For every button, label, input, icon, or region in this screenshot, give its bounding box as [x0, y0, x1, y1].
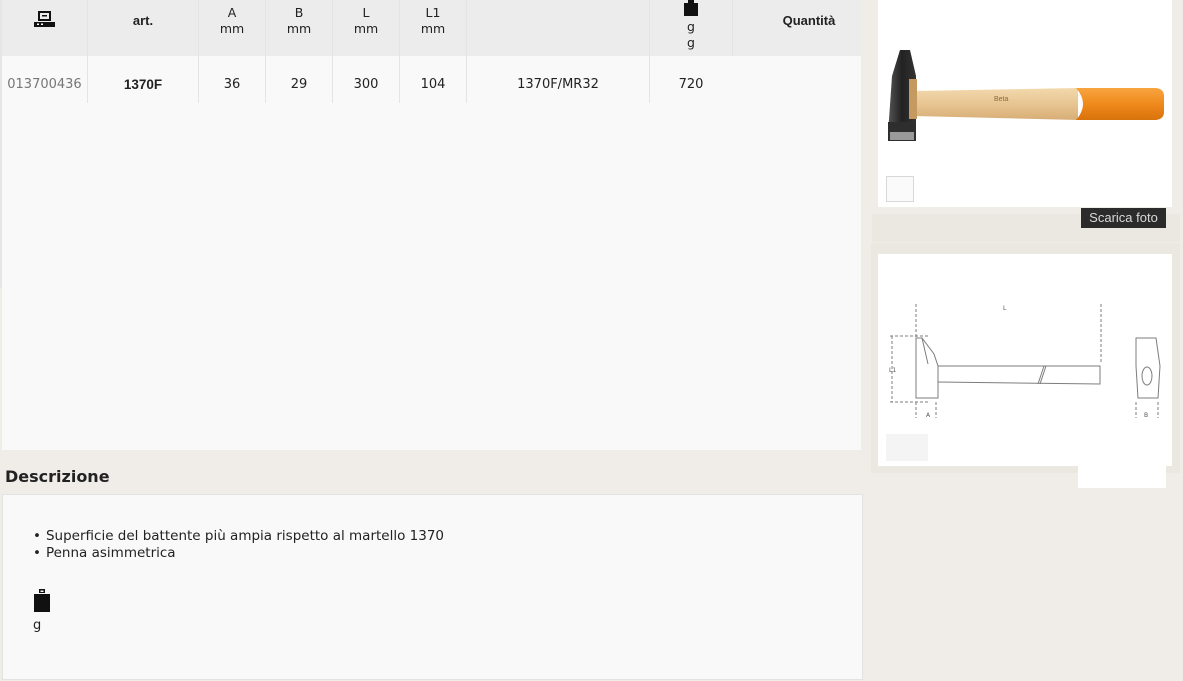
description-panel: Superficie del battente più ampia rispet… [2, 494, 863, 680]
cell-weight: 720 [678, 77, 704, 92]
header-l1: L1 mm [420, 5, 446, 36]
description-weight: g [33, 589, 55, 633]
header-weight: g g [650, 0, 732, 56]
cell-b: 29 [290, 77, 308, 92]
header-quantity: Quantità [782, 13, 836, 28]
header-weight-unit-1: g [687, 19, 695, 34]
description-title: Descrizione [5, 467, 110, 486]
header-b: B mm [286, 5, 312, 36]
header-art: art. [132, 13, 154, 28]
photo-thumbnail[interactable] [886, 176, 914, 202]
description-weight-unit: g [33, 618, 42, 633]
drawing-label-b: B [1144, 412, 1148, 419]
drawing-download-strip[interactable] [1078, 466, 1166, 488]
cell-code[interactable]: 013700436 [2, 66, 87, 103]
panel-edge [0, 0, 2, 288]
cell-ref: 1370F/MR32 [517, 77, 599, 92]
product-table: art. A mm B mm L mm L1 mm g g Quantità 0… [2, 0, 861, 450]
table-row[interactable]: 013700436 1370F 36 29 300 104 1370F/MR32… [2, 66, 861, 103]
header-ref [467, 0, 649, 56]
technical-drawing[interactable]: L L1 A B [878, 254, 1172, 429]
product-photo-card: Beta [878, 0, 1172, 207]
download-photo-button[interactable]: Scarica foto [1081, 208, 1166, 228]
technical-drawing-card: L L1 A B [878, 254, 1172, 466]
cell-art[interactable]: 1370F [88, 66, 198, 103]
weight-icon [684, 0, 698, 16]
description-item: Superficie del battente più ampia rispet… [33, 528, 444, 545]
weight-icon [34, 589, 50, 612]
description-item: Penna asimmetrica [33, 545, 444, 562]
drawing-label-a: A [926, 412, 931, 419]
cell-a: 36 [223, 77, 241, 92]
header-code [2, 0, 87, 56]
header-weight-unit-2: g [687, 35, 695, 50]
photo-logo: Beta [994, 96, 1009, 103]
column-separator [732, 0, 733, 56]
catalog-code-icon [34, 11, 55, 27]
cell-l1: 104 [420, 77, 446, 92]
cell-l: 300 [353, 77, 379, 92]
header-a: A mm [219, 5, 245, 36]
drawing-label-l: L [1003, 305, 1007, 312]
header-l: L mm [353, 5, 379, 36]
drawing-thumbnail[interactable] [886, 434, 928, 461]
drawing-label-l1: L1 [889, 367, 896, 374]
hammer-photo[interactable]: Beta [878, 0, 1172, 170]
description-list: Superficie del battente più ampia rispet… [33, 528, 444, 562]
